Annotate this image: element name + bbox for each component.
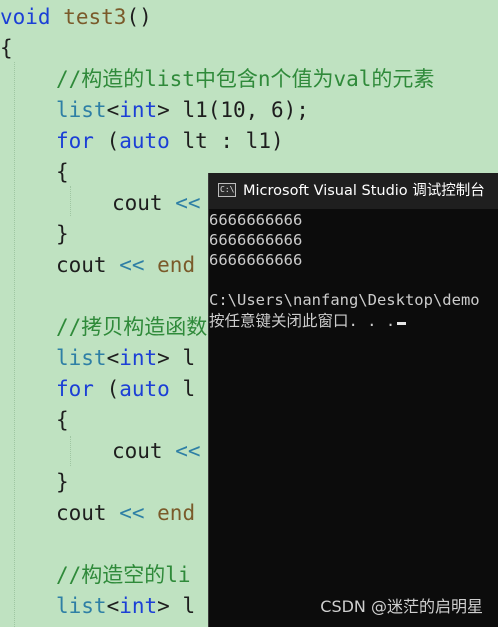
code-line[interactable]: cout << [112,436,201,466]
keyword: auto [119,377,170,401]
code-text: lt : l1) [169,129,284,153]
type-name: list [56,98,107,122]
code-text: ( [93,377,120,401]
code-text: > l [157,594,196,618]
console-titlebar[interactable]: C:\ Microsoft Visual Studio 调试控制台 [209,173,498,209]
code-text: ( [93,129,120,153]
identifier: end [144,253,196,277]
code-line[interactable]: //构造空的li [56,560,191,590]
keyword: void [0,5,51,29]
code-text: l [169,377,196,401]
code-text: < [106,98,120,122]
watermark: CSDN @迷茫的启明星 [320,597,483,616]
keyword: auto [119,129,170,153]
code-line[interactable]: cout << [112,188,201,218]
keyword: int [119,98,158,122]
console-title: Microsoft Visual Studio 调试控制台 [243,183,485,199]
code-comment: //构造空的li [56,563,191,587]
code-line[interactable]: for (auto l [56,374,195,404]
identifier: cout [56,253,107,277]
code-line[interactable]: list<int> l [56,343,195,373]
identifier: cout [56,501,107,525]
code-line[interactable]: for (auto lt : l1) [56,126,284,156]
brace: } [56,470,69,494]
code-text: () [126,5,152,29]
code-line[interactable]: cout << end [56,498,195,528]
code-line[interactable]: { [56,157,69,187]
code-comment: //构造的list中包含n个值为val的元素 [56,67,435,91]
code-comment: //拷贝构造函数 [56,315,208,339]
code-line[interactable]: //拷贝构造函数 [56,312,207,342]
code-line[interactable]: void test3() [0,2,152,32]
brace: { [56,160,69,184]
console-output-line: C:\Users\nanfang\Desktop\demo [209,291,480,309]
code-text: > l [157,346,196,370]
debug-console-window[interactable]: C:\ Microsoft Visual Studio 调试控制台 666666… [208,173,498,627]
indent-guide [70,186,71,216]
console-output-line: 6666666666 [209,211,303,229]
indent-guide [14,62,15,627]
brace: { [0,36,13,60]
type-name: list [56,594,107,618]
code-line[interactable]: } [56,219,69,249]
keyword: int [119,346,158,370]
brace: } [56,222,69,246]
console-prompt-line: 按任意键关闭此窗口. . . [209,311,498,331]
identifier: cout [112,191,163,215]
console-prompt-text: 按任意键关闭此窗口. . . [209,312,396,330]
code-line[interactable]: list<int> l [56,591,195,621]
console-output-line: 6666666666 [209,231,303,249]
keyword: for [56,377,94,401]
code-line[interactable]: cout << end [56,250,195,280]
code-line[interactable]: { [56,405,69,435]
keyword: for [56,129,94,153]
code-line[interactable]: //构造的list中包含n个值为val的元素 [56,64,434,94]
console-output-line: 6666666666 [209,251,303,269]
operator: << [106,253,145,277]
console-app-icon: C:\ [218,183,236,197]
operator: << [162,191,201,215]
code-text: < [106,346,120,370]
indent-guide [70,436,71,466]
keyword: int [119,594,158,618]
code-line[interactable]: } [56,467,69,497]
operator: << [106,501,145,525]
identifier: end [144,501,196,525]
cursor-icon [397,322,407,325]
identifier: cout [112,439,163,463]
code-line[interactable]: list<int> l1(10, 6); [56,95,309,125]
code-text: > l1(10, 6); [157,98,309,122]
function-name: test3 [63,5,127,29]
code-text: < [106,594,120,618]
type-name: list [56,346,107,370]
brace: { [56,408,69,432]
code-line[interactable]: { [0,33,13,63]
operator: << [162,439,201,463]
